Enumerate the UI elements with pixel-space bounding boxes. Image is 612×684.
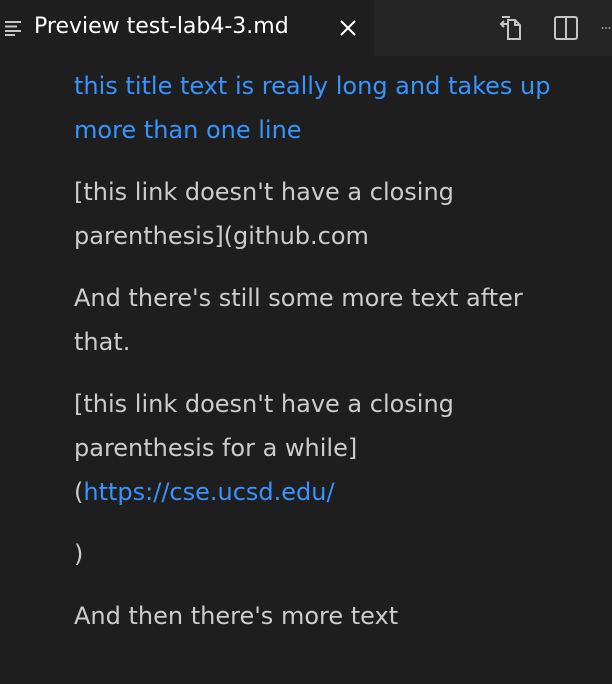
paragraph-3-paren: ( (74, 478, 84, 506)
split-editor-icon (554, 16, 578, 40)
preview-lines-icon (5, 21, 21, 36)
tab-title: Preview test-lab4-3.md (34, 14, 289, 39)
cse-ucsd-link[interactable]: https://cse.ucsd.edu/ (83, 478, 334, 506)
paragraph-1: [this link doesn't have a closing parent… (74, 178, 454, 250)
paragraph-3-prefix: [this link doesn't have a closing parent… (74, 390, 454, 462)
more-actions-button[interactable] (600, 12, 612, 44)
title-paragraph: this title text is really long and takes… (74, 64, 554, 152)
paragraph-4: ) (74, 540, 84, 568)
close-icon[interactable] (338, 18, 358, 38)
open-source-icon (499, 16, 521, 40)
more-actions-icon (601, 27, 611, 29)
split-editor-button[interactable] (550, 12, 582, 44)
markdown-preview: this title text is really long and takes… (74, 64, 554, 638)
paragraph-2: And there's still some more text after t… (74, 284, 523, 356)
open-source-button[interactable] (498, 12, 530, 44)
paragraph-5: And then there's more text (74, 602, 399, 630)
tab-preview[interactable]: Preview test-lab4-3.md (0, 0, 374, 56)
editor-tab-bar: Preview test-lab4-3.md (0, 0, 612, 56)
paragraph-3: [this link doesn't have a closing parent… (74, 382, 554, 514)
title-text: this title text is really long and takes… (74, 72, 551, 144)
